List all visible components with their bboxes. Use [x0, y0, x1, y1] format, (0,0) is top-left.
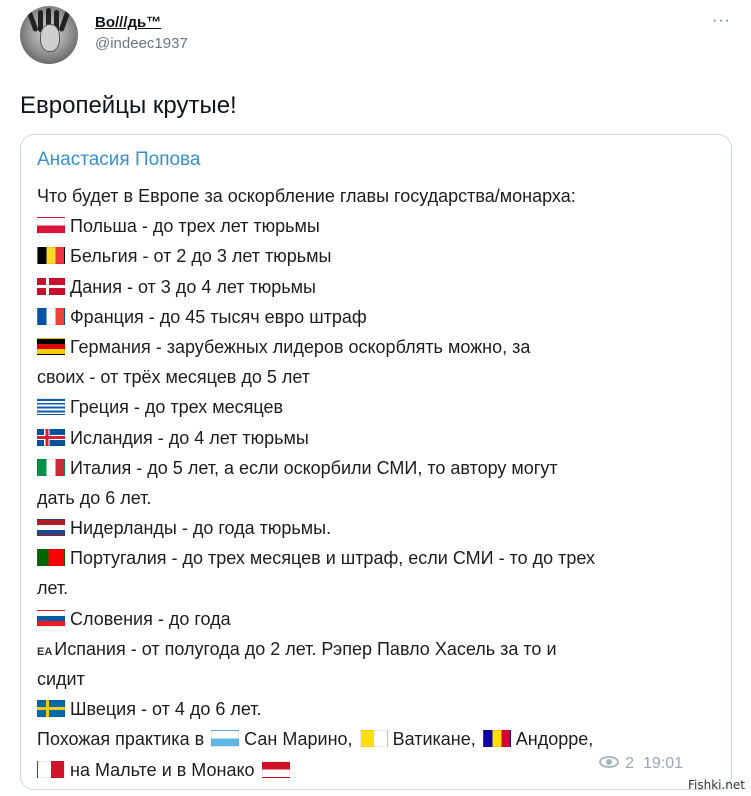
quote-line: Италия - до 5 лет, а если оскорбили СМИ,…: [37, 453, 725, 483]
poland-flag-icon: [37, 217, 65, 235]
quote-line: своих - от трёх месяцев до 5 лет: [37, 362, 725, 392]
quote-line-text: Бельгия - от 2 до 3 лет тюрьмы: [70, 246, 332, 267]
views-icon: [599, 756, 620, 768]
quote-meta: 2 19:01: [599, 755, 683, 773]
quote-author[interactable]: Анастасия Попова: [37, 149, 201, 171]
vatican-flag-icon: [359, 730, 388, 748]
quote-line-text: дать до 6 лет.: [37, 487, 152, 508]
quote-line: дать до 6 лет.: [37, 483, 725, 513]
spain-flag-icon: EA: [37, 645, 53, 658]
quote-line: Что будет в Европе за оскорбление главы …: [37, 181, 725, 211]
quote-line-text: Германия - зарубежных лидеров оскорблять…: [70, 336, 531, 357]
quote-line-text: Франция - до 45 тысяч евро штраф: [70, 306, 367, 327]
quote-line-text: Похожая практика в: [37, 729, 205, 750]
quote-line: Похожая практика в Сан Марино, Ватикане,…: [37, 724, 725, 754]
quote-line-text: на Мальте и в Монако: [70, 759, 255, 780]
quote-line: сидит: [37, 664, 725, 694]
quote-line-text: Нидерланды - до года тюрьмы.: [70, 518, 332, 539]
quote-line: Дания - от 3 до 4 лет тюрьмы: [37, 272, 725, 302]
sweden-flag-icon: [37, 700, 65, 718]
avatar[interactable]: [20, 6, 78, 64]
quote-body: Что будет в Европе за оскорбление главы …: [37, 181, 725, 785]
quote-line-text: Словения - до года: [70, 608, 231, 629]
quote-line: лет.: [37, 573, 725, 603]
quote-line-text: Сан Марино,: [244, 729, 353, 750]
quote-line-text: Что будет в Европе за оскорбление главы …: [37, 186, 576, 206]
quote-line: Польша - до трех лет тюрьмы: [37, 211, 725, 241]
quote-line-text: Андорре,: [515, 729, 594, 750]
views-count: 2: [625, 755, 635, 772]
netherlands-flag-icon: [37, 519, 65, 537]
quote-line-text: Португалия - до трех месяцев и штраф, ес…: [70, 548, 595, 569]
denmark-flag-icon: [37, 277, 65, 295]
author-handle[interactable]: @indeec1937: [95, 35, 188, 52]
quote-line: Бельгия - от 2 до 3 лет тюрьмы: [37, 241, 725, 271]
andorra-flag-icon: [482, 730, 511, 748]
quote-line: Франция - до 45 тысяч евро штраф: [37, 302, 725, 332]
quote-line-text: Италия - до 5 лет, а если оскорбили СМИ,…: [70, 457, 558, 478]
author-name[interactable]: Во///дь™: [95, 14, 188, 31]
france-flag-icon: [37, 307, 65, 325]
greece-flag-icon: [37, 398, 65, 416]
author-block: Во///дь™ @indeec1937: [95, 14, 188, 52]
quote-line-text: Исландия - до 4 лет тюрьмы: [70, 427, 309, 448]
malta-flag-icon: [37, 760, 65, 778]
quote-line-text: лет.: [37, 578, 69, 599]
quote-line-text: Испания - от полугода до 2 лет. Рэпер Па…: [54, 638, 557, 659]
quote-line-text: Ватикане,: [392, 729, 476, 750]
quote-line: EA Испания - от полугода до 2 лет. Рэпер …: [37, 634, 725, 664]
quote-line-text: Дания - от 3 до 4 лет тюрьмы: [70, 276, 316, 297]
quote-line: Германия - зарубежных лидеров оскорблять…: [37, 332, 725, 362]
slovenia-flag-icon: [37, 609, 65, 627]
quote-line-text: Греция - до трех месяцев: [70, 397, 284, 418]
quote-line: Греция - до трех месяцев: [37, 392, 725, 422]
quote-line: Швеция - от 4 до 6 лет.: [37, 694, 725, 724]
italy-flag-icon: [37, 458, 65, 476]
belgium-flag-icon: [37, 247, 65, 265]
quote-card[interactable]: Анастасия Попова Что будет в Европе за о…: [20, 134, 732, 790]
quote-line-text: Швеция - от 4 до 6 лет.: [70, 699, 262, 720]
quote-line-text: своих - от трёх месяцев до 5 лет: [37, 367, 311, 388]
quote-line: Словения - до года: [37, 604, 725, 634]
monaco-flag-icon: [261, 760, 290, 778]
more-options-button[interactable]: ···: [712, 12, 731, 30]
timestamp: 19:01: [642, 755, 683, 772]
watermark: Fishki.net: [687, 778, 745, 792]
portugal-flag-icon: [37, 549, 65, 567]
quote-line: Нидерланды - до года тюрьмы.: [37, 513, 725, 543]
san-marino-flag-icon: [211, 730, 240, 748]
tweet-header: Во///дь™ @indeec1937 ···: [20, 6, 731, 66]
germany-flag-icon: [37, 337, 65, 355]
quote-line-text: Польша - до трех лет тюрьмы: [70, 216, 320, 237]
quote-line: Португалия - до трех месяцев и штраф, ес…: [37, 543, 725, 573]
quote-line: Исландия - до 4 лет тюрьмы: [37, 423, 725, 453]
tweet-text: Европейцы крутые!: [20, 92, 237, 119]
quote-line-text: сидит: [37, 669, 85, 689]
iceland-flag-icon: [37, 428, 65, 446]
